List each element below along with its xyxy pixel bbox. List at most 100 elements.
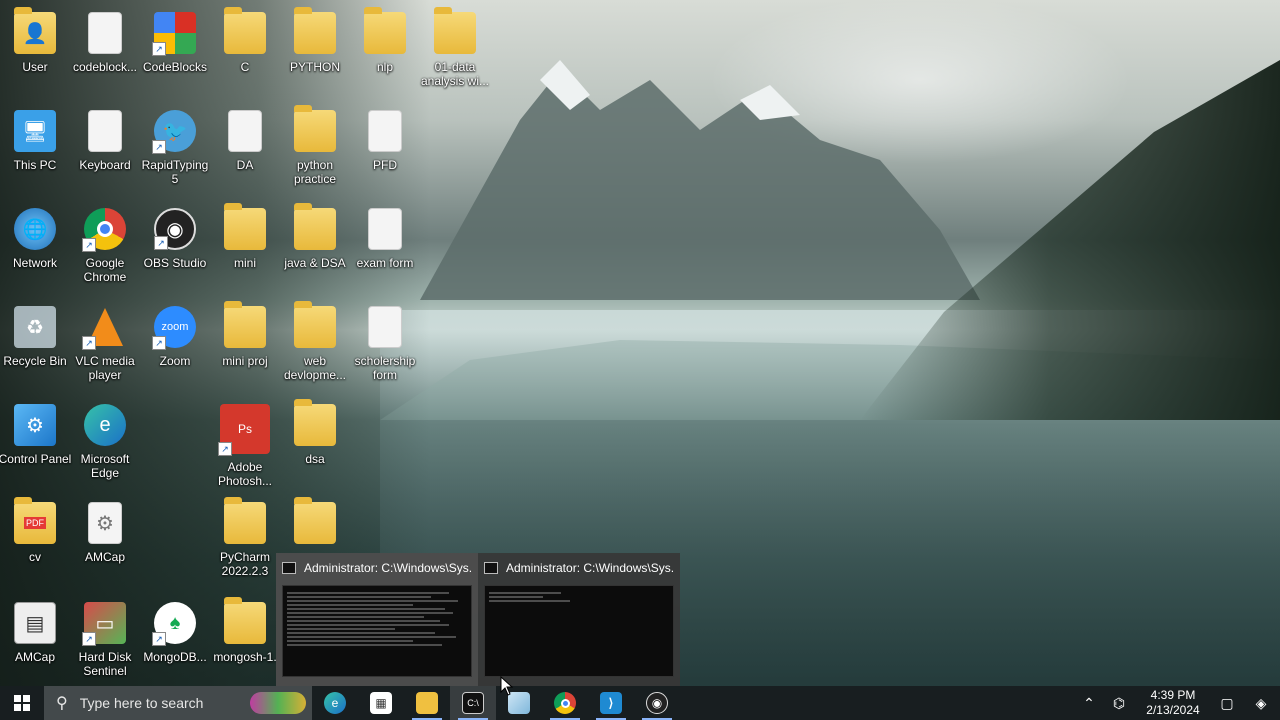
document-icon (88, 12, 122, 54)
folder-icon (434, 7, 476, 54)
desktop-icon-amcap-file[interactable]: ⚙ AMCap (70, 498, 140, 564)
taskbar-chrome[interactable] (542, 686, 588, 720)
chevron-up-icon[interactable]: ⌃ (1074, 695, 1104, 712)
desktop-icon-network[interactable]: 🌐 Network (0, 204, 70, 270)
desktop-icon-microsoft-edge[interactable]: e Microsoft Edge (70, 400, 140, 480)
desktop-icon-codeblock-file[interactable]: codeblock... (70, 8, 140, 74)
desktop-icon-google-chrome[interactable]: Google Chrome (70, 204, 140, 284)
thumbnail-title-text: Administrator: C:\Windows\Sys... (304, 561, 472, 575)
desktop-icon-exam-form[interactable]: exam form (350, 204, 420, 270)
copilot-icon[interactable]: ◈ (1242, 695, 1280, 712)
desktop-icon-keyboard[interactable]: Keyboard (70, 106, 140, 172)
desktop-icon-label: cv (29, 550, 41, 564)
desktop-icon-unnamed-folder[interactable] (280, 497, 350, 550)
folder-icon (294, 203, 336, 250)
network-tray-icon[interactable]: ⌬ (1104, 695, 1134, 712)
desktop-icon-label: PYTHON (289, 60, 340, 74)
codeblocks-icon (152, 12, 196, 56)
amcap-icon: ⚙ (88, 502, 122, 544)
desktop-icon-this-pc[interactable]: 🖥 This PC (0, 106, 70, 172)
desktop-icon-mongodb[interactable]: ♠ MongoDB... (140, 598, 210, 664)
control-panel-icon: ⚙ (14, 404, 56, 446)
desktop-icon-label: Hard Disk Sentinel (78, 650, 132, 678)
desktop-icon-control-panel[interactable]: ⚙ Control Panel (0, 400, 71, 466)
start-button[interactable] (0, 686, 44, 720)
folder-icon (364, 7, 406, 54)
taskbar-vscode[interactable]: ⟩ (588, 686, 634, 720)
desktop-icon-label: DA (236, 158, 254, 172)
windows-logo-icon (14, 695, 30, 711)
hard-disk-sentinel-icon: ▭ (82, 602, 126, 646)
desktop-icon-c[interactable]: C (210, 7, 280, 74)
desktop-icon-web-development[interactable]: web devlopme... (280, 301, 350, 382)
desktop-icon-mini-proj[interactable]: mini proj (210, 301, 280, 368)
mongodb-icon: ♠ (152, 602, 196, 646)
desktop-icon-mini[interactable]: mini (210, 203, 280, 270)
taskbar-edge[interactable]: e (312, 686, 358, 720)
search-placeholder: Type here to search (79, 695, 204, 711)
search-icon: ⚲ (56, 695, 68, 712)
obs-taskbar-icon: ◉ (646, 692, 668, 714)
desktop-icon-scholership-form[interactable]: scholership form (350, 302, 420, 382)
this-pc-icon: 🖥 (14, 110, 56, 152)
window-thumbnail-cmd-1[interactable]: Administrator: C:\Windows\Sys... (276, 553, 478, 686)
desktop-icon-zoom[interactable]: zoom Zoom (140, 302, 210, 368)
cmd-taskbar-icon: C:\ (462, 692, 484, 714)
desktop-icon-hard-disk-sentinel[interactable]: ▭ Hard Disk Sentinel (70, 598, 140, 678)
desktop-icon-rapidtyping[interactable]: 🐦 RapidTyping 5 (140, 106, 210, 186)
desktop-icon-label: Recycle Bin (3, 354, 67, 368)
chrome-icon (82, 208, 126, 252)
folder-icon (294, 7, 336, 54)
folder-icon (224, 597, 266, 644)
edge-taskbar-icon: e (324, 692, 346, 714)
desktop-icon-user[interactable]: 👤 User (0, 7, 70, 74)
edge-document-icon (368, 306, 402, 348)
folder-icon (224, 497, 266, 544)
desktop-icon-python[interactable]: PYTHON (280, 7, 350, 74)
document-icon (368, 110, 402, 152)
recycle-bin-icon: ♻ (14, 306, 56, 348)
desktop-icon-python-practice[interactable]: python practice (280, 105, 350, 186)
taskbar-obs[interactable]: ◉ (634, 686, 680, 720)
desktop-icon-label: PyCharm 2022.2.3 (219, 550, 270, 578)
desktop-icon-data-analysis[interactable]: 01-data analysis wi... (420, 7, 490, 88)
desktop-icon-recycle-bin[interactable]: ♻ Recycle Bin (0, 302, 70, 368)
desktop-icon-nlp[interactable]: nlp (350, 7, 420, 74)
taskbar-command-prompt[interactable]: C:\ (450, 686, 496, 720)
desktop-icon-label: RapidTyping 5 (141, 158, 209, 186)
taskbar-file-explorer[interactable] (404, 686, 450, 720)
desktop-icon-cv[interactable]: PDF cv (0, 497, 70, 564)
desktop-icon-pycharm[interactable]: PyCharm 2022.2.3 (210, 497, 280, 578)
desktop-icon-vlc[interactable]: VLC media player (70, 302, 140, 382)
desktop-icon-label: codeblock... (72, 60, 138, 74)
desktop-icon-label: mini (233, 256, 256, 270)
desktop-icon-da[interactable]: DA (210, 106, 280, 172)
desktop-icon-label: CodeBlocks (142, 60, 208, 74)
taskbar-search-box[interactable]: ⚲ Type here to search (44, 686, 312, 720)
taskbar-thumbnail-popup: Administrator: C:\Windows\Sys... Adminis… (276, 553, 680, 686)
desktop-icon-label: Microsoft Edge (80, 452, 130, 480)
desktop-icon-label: dsa (305, 452, 325, 466)
taskbar-store[interactable]: ▦ (358, 686, 404, 720)
desktop-icon-dsa[interactable]: dsa (280, 399, 350, 466)
zoom-icon: zoom (152, 306, 196, 350)
desktop-icon-label: AMCap (14, 650, 55, 664)
desktop-icon-label: Keyboard (79, 158, 131, 172)
desktop-icon-amcap-app[interactable]: ▤ AMCap (0, 598, 70, 664)
folder-icon (294, 105, 336, 152)
desktop-icon-pfd[interactable]: PFD (350, 106, 420, 172)
desktop-icon-label: This PC (13, 158, 57, 172)
thumbnail-preview (484, 585, 674, 677)
notifications-icon[interactable]: ▢ (1212, 695, 1242, 712)
system-tray: ⌃ ⌬ 4:39 PM 2/13/2024 ▢ ◈ (1074, 686, 1280, 720)
desktop-icon-label: VLC media player (75, 354, 135, 382)
desktop-icon-codeblocks[interactable]: CodeBlocks (140, 8, 210, 74)
desktop-icon-obs-studio[interactable]: ◉ OBS Studio (140, 204, 210, 270)
taskbar-clock[interactable]: 4:39 PM 2/13/2024 (1134, 688, 1212, 718)
desktop-icon-java-dsa[interactable]: java & DSA (280, 203, 350, 270)
desktop-icon-adobe-photoshop[interactable]: Ps Adobe Photosh... (210, 400, 280, 488)
desktop-icon-mongosh[interactable]: mongosh-1. (210, 597, 280, 664)
document-icon (228, 110, 262, 152)
window-thumbnail-cmd-2[interactable]: Administrator: C:\Windows\Sys... (478, 553, 680, 686)
desktop-icon-label: Network (12, 256, 57, 270)
